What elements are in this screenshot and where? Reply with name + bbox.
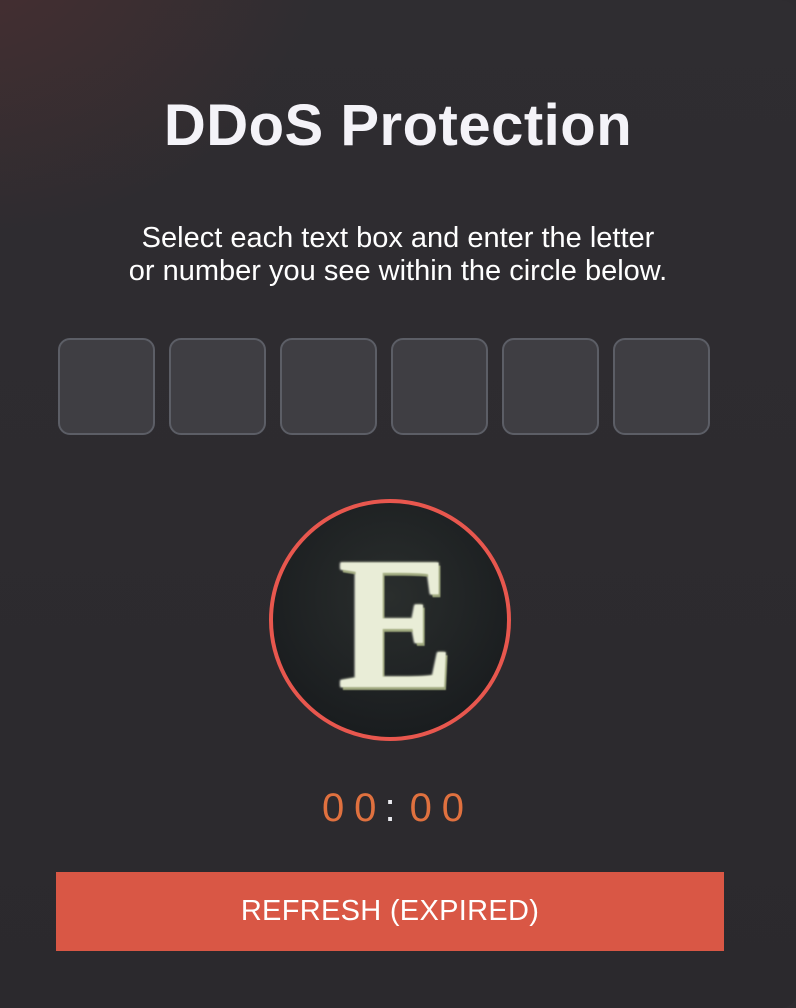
page-title: DDoS Protection <box>163 93 633 158</box>
captcha-input-group <box>58 338 710 435</box>
captcha-image-circle: E <box>269 499 511 741</box>
countdown-timer: 00: 00 <box>0 786 796 831</box>
timer-seconds: 00 <box>409 786 475 830</box>
ddos-protection-panel: DDoS Protection Select each text box and… <box>0 0 796 1008</box>
instructions-line-2: or number you see within the circle belo… <box>128 255 668 287</box>
captcha-input-6[interactable] <box>613 338 710 435</box>
timer-separator: : <box>384 786 406 830</box>
captcha-input-5[interactable] <box>502 338 599 435</box>
refresh-button[interactable]: REFRESH (EXPIRED) <box>56 872 724 951</box>
captcha-input-3[interactable] <box>280 338 377 435</box>
captcha-input-1[interactable] <box>58 338 155 435</box>
captcha-glyph: E <box>337 519 455 729</box>
instructions-text: Select each text box and enter the lette… <box>60 222 736 288</box>
captcha-input-2[interactable] <box>169 338 266 435</box>
instructions-line-1: Select each text box and enter the lette… <box>141 222 655 254</box>
captcha-input-4[interactable] <box>391 338 488 435</box>
timer-minutes: 00 <box>321 786 387 830</box>
